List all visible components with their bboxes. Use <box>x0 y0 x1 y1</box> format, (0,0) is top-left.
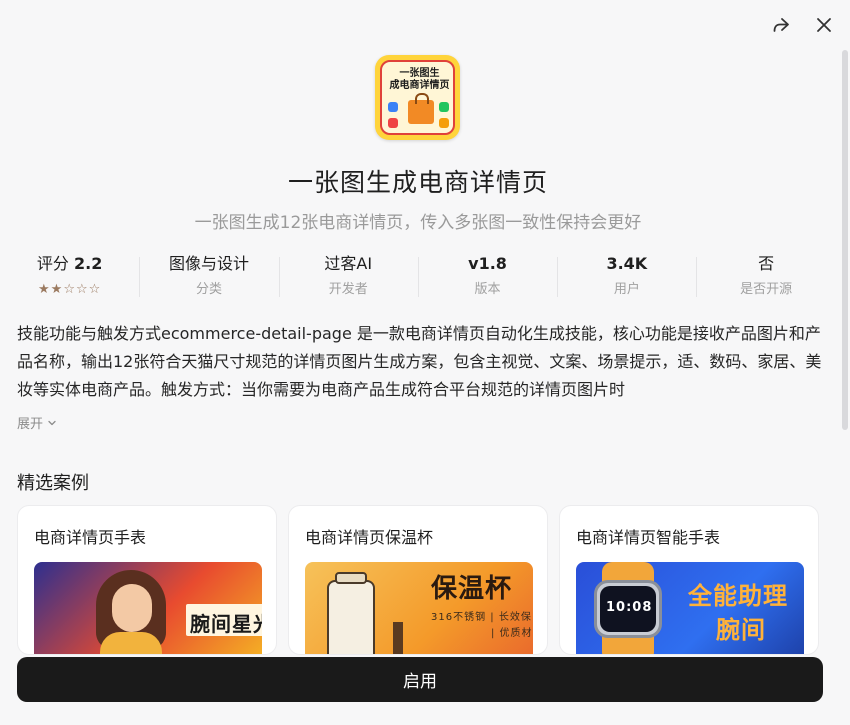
version-label: 版本 <box>474 282 501 297</box>
shopping-bag-icon <box>408 93 434 124</box>
thermos-lid <box>335 572 367 584</box>
stat-rating: 评分 2.2 ★★☆☆☆ <box>0 252 139 302</box>
rating-value: 2.2 <box>74 254 103 273</box>
stat-opensource: 否 是否开源 <box>696 252 835 302</box>
case-card-watch[interactable]: 电商详情页手表 腕间星光 <box>17 505 277 655</box>
case-thumb-text-2: 腕间 <box>716 616 766 644</box>
case-card-thermos[interactable]: 电商详情页保温杯 保温杯 316不锈钢 | 长效保 | 优质材 <box>288 505 548 655</box>
case-thumbnail: 10:08 全能助理 腕间 <box>576 562 804 654</box>
expand-button[interactable]: 展开 <box>17 413 57 432</box>
product-chip-icon <box>388 118 398 128</box>
portrait-body <box>100 632 162 654</box>
case-thumbnail: 腕间星光 <box>34 562 262 654</box>
product-chip-icon <box>439 118 449 128</box>
case-thumb-text: 保温杯 <box>431 574 513 604</box>
thermos-bottle <box>327 580 375 654</box>
case-thumb-text: 全能助理 <box>688 582 788 610</box>
case-thumb-subtext-1: 316不锈钢 | 长效保 <box>431 612 532 623</box>
developer-value: 过客AI <box>324 254 373 273</box>
category-label: 分类 <box>195 282 222 297</box>
case-thumbnail: 保温杯 316不锈钢 | 长效保 | 优质材 <box>305 562 533 654</box>
portrait-face <box>112 584 152 632</box>
featured-cases-list: 电商详情页手表 腕间星光 电商详情页保温杯 保温杯 316不锈钢 | 长效保 |… <box>17 505 819 655</box>
case-thumb-subtext-2: | 优质材 <box>491 628 533 639</box>
enable-button[interactable]: 启用 <box>17 657 823 702</box>
stat-users: 3.4K 用户 <box>557 252 696 302</box>
chevron-down-icon <box>48 420 56 425</box>
category-value: 图像与设计 <box>168 254 249 273</box>
page-subtitle: 一张图生成12张电商详情页，传入多张图一致性保持会更好 <box>194 213 642 233</box>
scrollbar[interactable] <box>842 50 848 430</box>
case-title: 电商详情页保温杯 <box>305 528 434 547</box>
expand-label: 展开 <box>17 417 44 432</box>
version-value: v1.8 <box>468 254 507 273</box>
star-empty-icon: ☆ <box>75 282 89 297</box>
skill-description: 技能功能与触发方式ecommerce-detail-page 是一款电商详情页自… <box>17 324 822 399</box>
star-empty-icon: ☆ <box>88 282 102 297</box>
case-thumb-text: 腕间星光 <box>190 612 262 636</box>
app-icon-text-line1: 一张图生 <box>399 68 440 79</box>
developer-label: 开发者 <box>328 282 368 297</box>
product-chip-icon <box>388 102 398 112</box>
stat-category: 图像与设计 分类 <box>139 252 278 302</box>
watch-time: 10:08 <box>606 600 653 615</box>
stats-bar: 评分 2.2 ★★☆☆☆ 图像与设计 分类 过客AI 开发者 v1.8 版本 3… <box>0 252 836 302</box>
users-value: 3.4K <box>606 254 648 273</box>
opensource-label: 是否开源 <box>740 282 793 297</box>
stat-developer: 过客AI 开发者 <box>278 252 418 302</box>
star-filled-icon: ★ <box>50 282 64 297</box>
page-title: 一张图生成电商详情页 <box>287 168 548 197</box>
opensource-value: 否 <box>758 254 775 273</box>
featured-cases-title: 精选案例 <box>17 473 89 494</box>
rating-label: 评分 <box>36 254 69 273</box>
users-label: 用户 <box>613 282 640 297</box>
product-chip-icon <box>439 102 449 112</box>
case-title: 电商详情页手表 <box>34 528 147 547</box>
case-card-smartwatch[interactable]: 电商详情页智能手表 10:08 全能助理 腕间 <box>559 505 819 655</box>
stat-version: v1.8 版本 <box>417 252 557 302</box>
app-icon: 一张图生 成电商详情页 <box>375 55 460 140</box>
app-icon-text-line2: 成电商详情页 <box>389 80 450 91</box>
case-title: 电商详情页智能手表 <box>576 528 721 547</box>
star-empty-icon: ☆ <box>63 282 76 297</box>
star-filled-icon: ★ <box>38 282 51 297</box>
rating-stars: ★★☆☆☆ <box>0 282 139 298</box>
skill-detail-content: 一张图生 成电商详情页 一张图生成电商详情页 一张图生成12张电商详情页，传入多… <box>0 0 836 655</box>
